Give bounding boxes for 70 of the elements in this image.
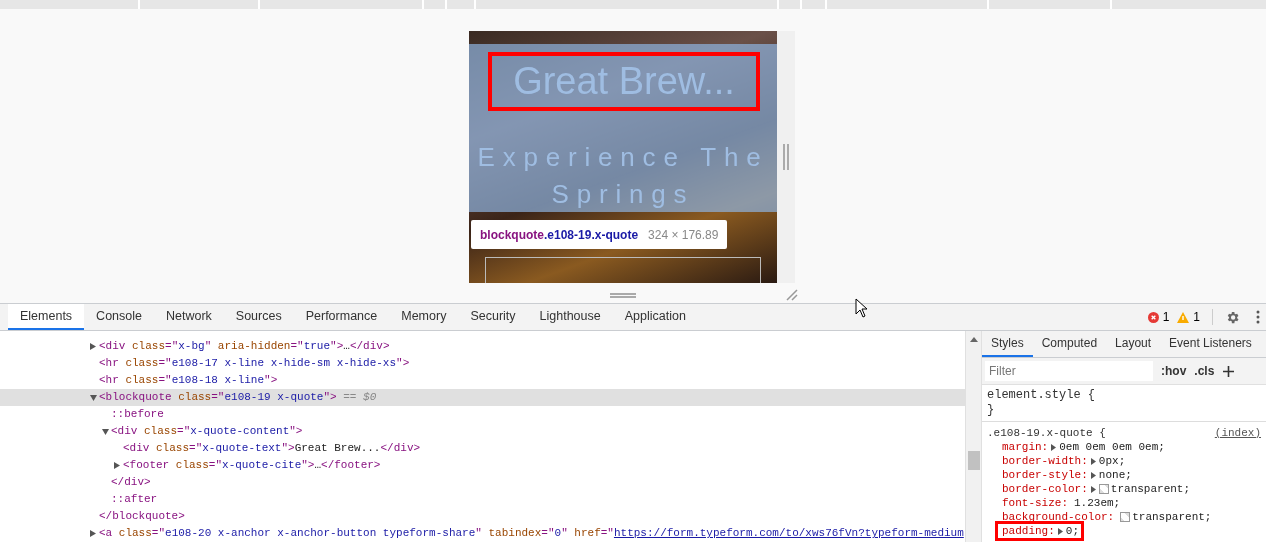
warning-count[interactable]: 1 — [1193, 308, 1200, 326]
expanded-triangle-icon[interactable] — [102, 428, 109, 435]
expanded-triangle-icon[interactable] — [90, 394, 97, 401]
devtools-tab[interactable]: Security — [458, 304, 528, 330]
dom-closing-tag: </div> — [111, 474, 151, 491]
devtools-tab[interactable]: Network — [154, 304, 224, 330]
property-name: font-size: — [1002, 496, 1068, 510]
error-icon — [1147, 311, 1159, 323]
more-options-icon[interactable] — [1256, 310, 1260, 324]
property-name: margin: — [1002, 440, 1049, 454]
devtools-tab[interactable]: Lighthouse — [527, 304, 613, 330]
styles-pane-tab[interactable]: Layout — [1106, 331, 1161, 357]
element-tooltip: blockquote.e108-19.x-quote 324 × 176.89 — [471, 220, 728, 249]
property-value: transparent; — [1132, 510, 1212, 524]
dom-closing-tag: </blockquote> — [99, 508, 185, 525]
expand-triangle-icon[interactable] — [1090, 471, 1096, 479]
property-value: transparent; — [1110, 482, 1191, 496]
dom-node-line[interactable]: <hr class="e108-18 x-line"> — [99, 372, 278, 389]
devtools-tab[interactable]: Console — [84, 304, 154, 330]
rule-brace: } — [987, 403, 996, 418]
property-name: border-style: — [1002, 468, 1088, 482]
property-value: 0px; — [1098, 454, 1126, 468]
class-toggle[interactable]: .cls — [1194, 362, 1215, 380]
expand-triangle-icon[interactable] — [1057, 527, 1063, 535]
rule-selector: .e108-19.x-quote { — [987, 426, 1106, 440]
property-value: 1.23em; — [1074, 496, 1121, 510]
expand-triangle-icon[interactable] — [1090, 485, 1096, 493]
dom-node-line[interactable]: <div class="x-bg" aria-hidden="true">…</div> — [99, 338, 390, 355]
devtools-tab[interactable]: Performance — [293, 304, 390, 330]
resize-handle-icon[interactable] — [610, 292, 636, 298]
styles-pane-tab[interactable]: Computed — [1032, 331, 1107, 357]
scrollbar-thumb[interactable] — [967, 451, 980, 470]
devtools-tab[interactable]: Sources — [223, 304, 294, 330]
devtools-tab[interactable]: Elements — [8, 304, 85, 330]
plus-icon[interactable] — [1222, 364, 1236, 378]
filter-field[interactable]: Filter — [985, 361, 1153, 381]
collapsed-triangle-icon[interactable] — [114, 462, 120, 469]
property-value: none; — [1098, 468, 1132, 482]
dom-node-line[interactable]: <div class="x-quote-text">Great Brew...</div> — [123, 440, 421, 457]
settings-icon[interactable] — [1225, 309, 1240, 325]
devtools-tab[interactable]: Application — [612, 304, 698, 330]
dom-node-line[interactable]: <footer class="x-quote-cite">…</footer> — [123, 457, 381, 474]
resize-handle-icon[interactable] — [783, 144, 789, 170]
error-count[interactable]: 1 — [1162, 308, 1170, 326]
dom-node-line[interactable]: <a class="e108-20 x-anchor x-anchor-button typeform-share" tabindex="0" href="https://form.typeform.com/to/xws76fVn?typeform-medium — [99, 525, 964, 542]
dom-node-line[interactable]: ::after — [111, 491, 158, 508]
source-link[interactable]: (index) — [1214, 426, 1261, 440]
hover-state-toggle[interactable]: :hov — [1161, 362, 1187, 380]
collapsed-triangle-icon[interactable] — [90, 343, 96, 350]
devtools-tab[interactable]: Memory — [389, 304, 459, 330]
property-name: border-color: — [1002, 482, 1088, 496]
dom-node-line[interactable]: <hr class="e108-17 x-line x-hide-sm x-hide-xs"> — [99, 355, 410, 372]
dom-node-line[interactable]: ::before — [111, 406, 164, 423]
property-name: border-width: — [1002, 454, 1088, 468]
property-value: 0; — [1065, 524, 1079, 538]
property-value: 0em 0em 0em 0em; — [1059, 440, 1165, 454]
expand-triangle-icon[interactable] — [1051, 443, 1057, 451]
expand-triangle-icon[interactable] — [1090, 457, 1096, 465]
styles-pane-tab[interactable]: Event Listeners — [1160, 331, 1261, 357]
collapsed-triangle-icon[interactable] — [90, 530, 96, 537]
property-name: padding: — [1002, 524, 1055, 538]
corner-resize-icon[interactable] — [786, 289, 798, 301]
scroll-up-icon[interactable] — [969, 337, 978, 342]
color-swatch-icon[interactable] — [1098, 484, 1109, 494]
dom-node-line[interactable]: <div class="x-quote-content"> — [111, 423, 303, 440]
color-swatch-icon[interactable] — [1120, 512, 1131, 522]
subtitle-text: Experience The Springs — [476, 141, 770, 211]
warning-icon — [1177, 311, 1190, 323]
rule-selector: element.style { — [987, 388, 1097, 403]
property-name: background-color: — [1002, 510, 1115, 524]
